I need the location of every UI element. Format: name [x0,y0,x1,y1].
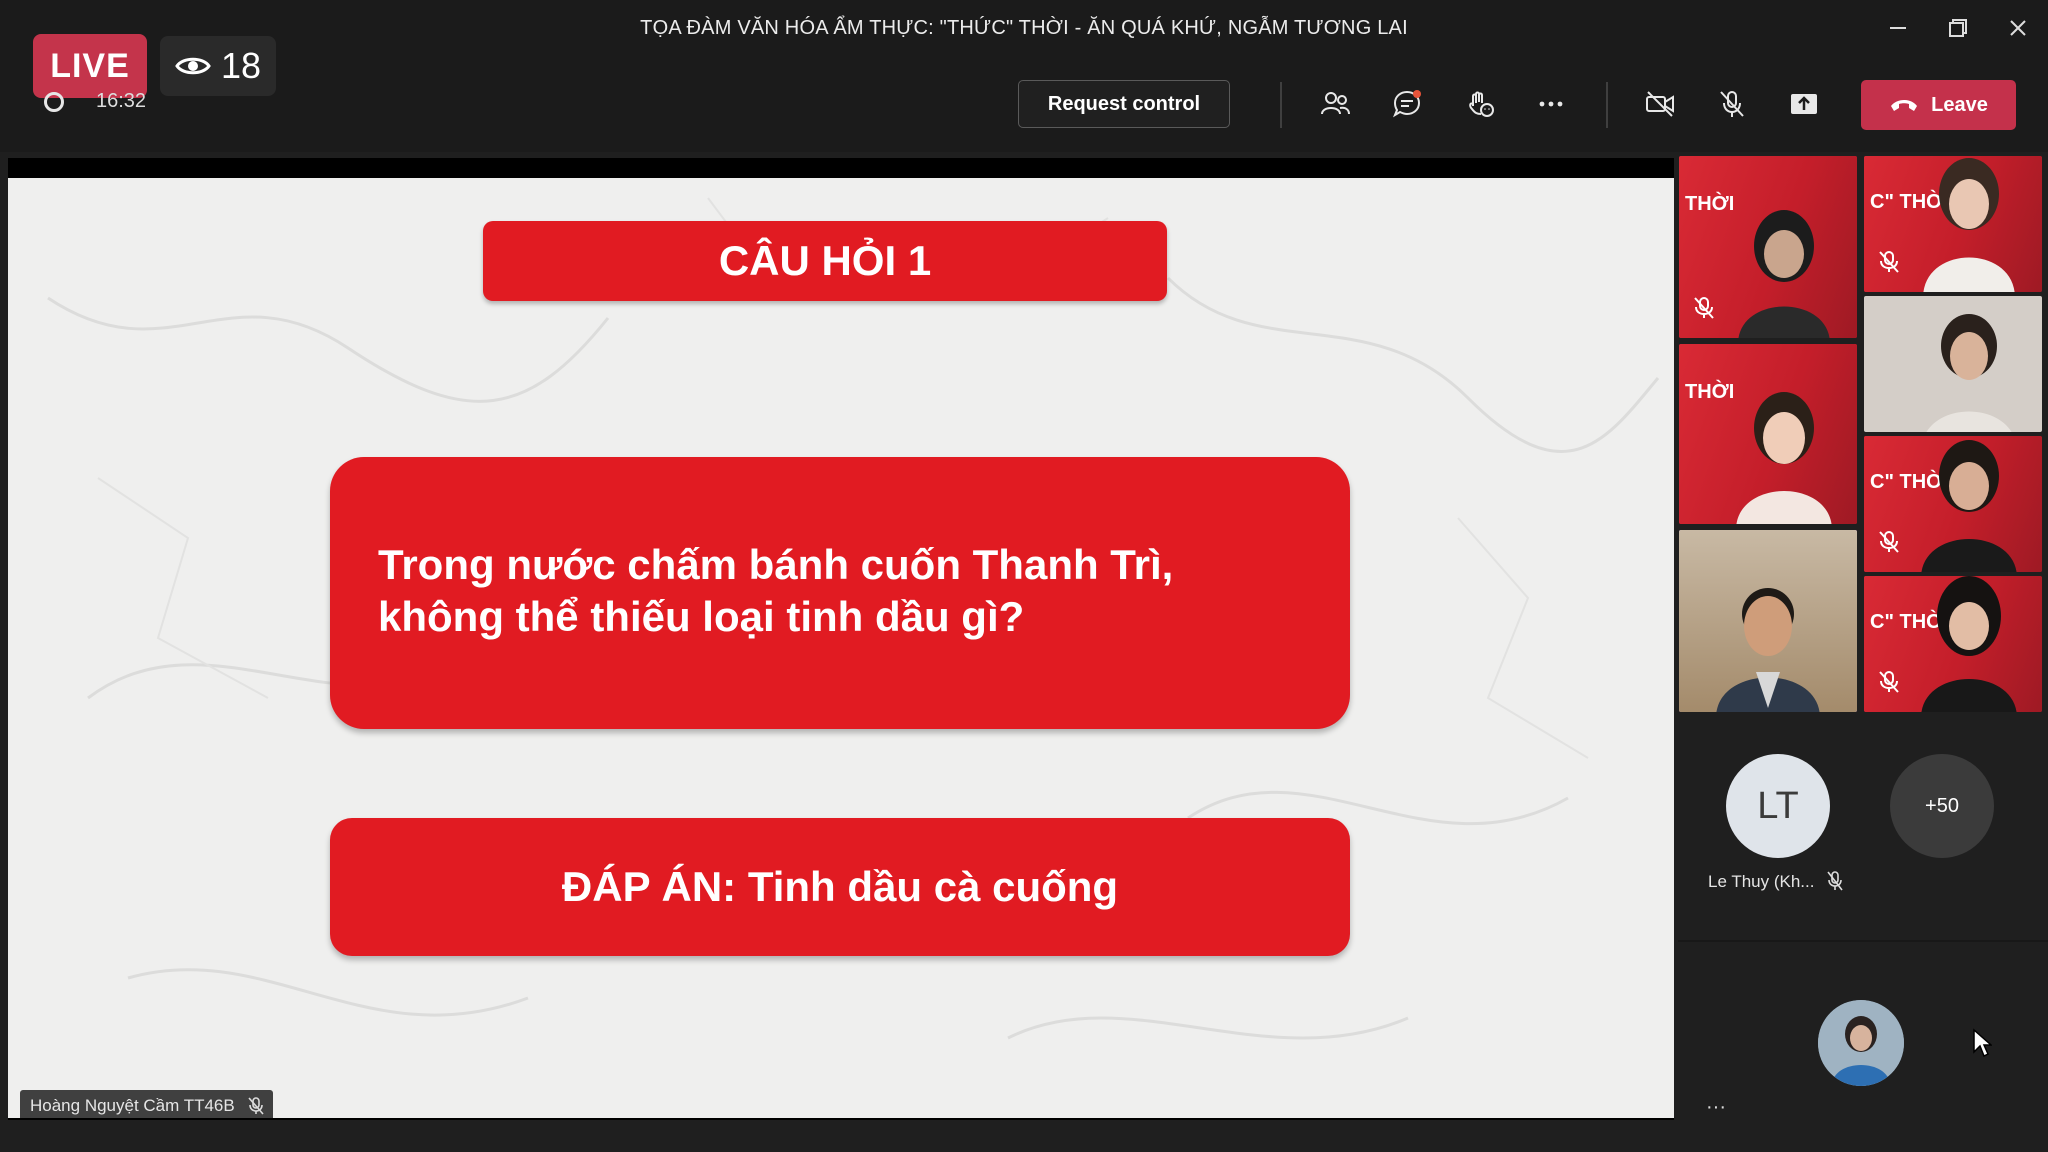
participant-video [1921,440,2017,572]
more-icon [1539,101,1563,107]
title-bar: TỌA ĐÀM VĂN HÓA ẨM THỰC: "THỨC" THỜI - Ă… [0,0,2048,56]
participant-video [1738,210,1830,338]
participant-video [1736,392,1832,524]
reactions-icon [1469,91,1494,117]
mic-off-icon [248,1097,264,1115]
recording-indicator-icon [44,92,64,112]
toolbar-divider [1280,82,1282,128]
participant-tile[interactable]: THỜI [1679,156,1857,338]
question-line-1: Trong nước chấm bánh cuốn Thanh Trì, [378,541,1174,588]
participant-video [1923,158,2015,292]
presenter-name-tag: Hoàng Nguyệt Cầm TT46B [20,1090,273,1118]
window-title: TỌA ĐÀM VĂN HÓA ẨM THỰC: "THỨC" THỜI - Ă… [640,17,1408,39]
mouse-cursor-icon [1973,1028,1992,1058]
toolbar-divider [1606,82,1608,128]
request-control-button[interactable]: Request control [1018,80,1230,128]
mic-off-icon [1720,91,1744,117]
mic-toggle-button[interactable] [1710,82,1754,126]
panel-more-button[interactable]: ··· [1696,1096,1736,1124]
tile-banner-text: THỜI [1685,381,1735,403]
panel-divider [1678,940,2048,942]
participant-avatar[interactable]: LT [1726,754,1830,858]
live-badge: LIVE [33,34,147,98]
share-button[interactable] [1782,82,1826,126]
share-icon [1791,94,1817,114]
camera-off-icon [1646,91,1674,117]
restore-button[interactable] [1938,10,1978,46]
camera-toggle-button[interactable] [1638,82,1682,126]
participant-video [1926,314,2012,432]
mic-off-icon [1879,251,1899,273]
eye-icon [175,57,211,75]
tile-banner-text: THỜI [1685,193,1735,215]
mic-off-icon [1694,297,1714,319]
participant-tile[interactable]: C" THỜI [1864,436,2042,572]
participant-video [1716,588,1820,712]
mic-off-icon [1827,871,1843,891]
people-button[interactable] [1313,82,1357,126]
reactions-button[interactable] [1457,82,1501,126]
viewer-count-badge: 18 [160,36,276,96]
minimize-button[interactable] [1878,10,1918,46]
participant-tile[interactable] [1864,296,2042,432]
chat-icon [1392,90,1421,118]
participant-tile[interactable]: C" THỜI [1864,156,2042,292]
participant-name: Le Thuy (Kh... [1708,872,1815,891]
question-text: Trong nước chấm bánh cuốn Thanh Trì, khô… [378,539,1310,643]
phone-hangup-icon [1891,100,1918,111]
more-participants-button[interactable]: +50 [1890,754,1994,858]
question-line-2: không thể thiếu loại tinh dầu gì? [378,593,1025,640]
mic-off-icon [1879,671,1899,693]
active-speaker-tile[interactable] [1679,530,1857,712]
participant-video [1921,576,2017,712]
minimize-icon [1890,27,1906,29]
chat-button[interactable] [1385,82,1429,126]
viewer-count: 18 [220,45,262,86]
question-title: CÂU HỎI 1 [483,221,1167,301]
close-icon [2010,20,2026,36]
participant-tile[interactable]: THỜI [1679,344,1857,524]
leave-label: Leave [1931,93,1988,116]
close-button[interactable] [1998,10,2038,46]
leave-button[interactable]: Leave [1861,80,2016,130]
shared-screen: CÂU HỎI 1 Trong nước chấm bánh cuốn Than… [8,158,1674,1120]
self-video [1818,1000,1904,1086]
presentation-slide: CÂU HỎI 1 Trong nước chấm bánh cuốn Than… [8,178,1674,1118]
mic-off-icon [1879,531,1899,553]
more-actions-button[interactable] [1529,82,1573,126]
meeting-timer: 16:32 [96,90,147,112]
participant-tile[interactable]: C" THỜI [1864,576,2042,712]
answer-box: ĐÁP ÁN: Tinh dầu cà cuống [330,818,1350,956]
presenter-name: Hoàng Nguyệt Cầm TT46B [30,1096,235,1115]
people-icon [1321,92,1350,115]
self-video-avatar[interactable] [1818,1000,1904,1086]
restore-icon [1949,19,1967,37]
question-box: Trong nước chấm bánh cuốn Thanh Trì, khô… [330,457,1350,729]
